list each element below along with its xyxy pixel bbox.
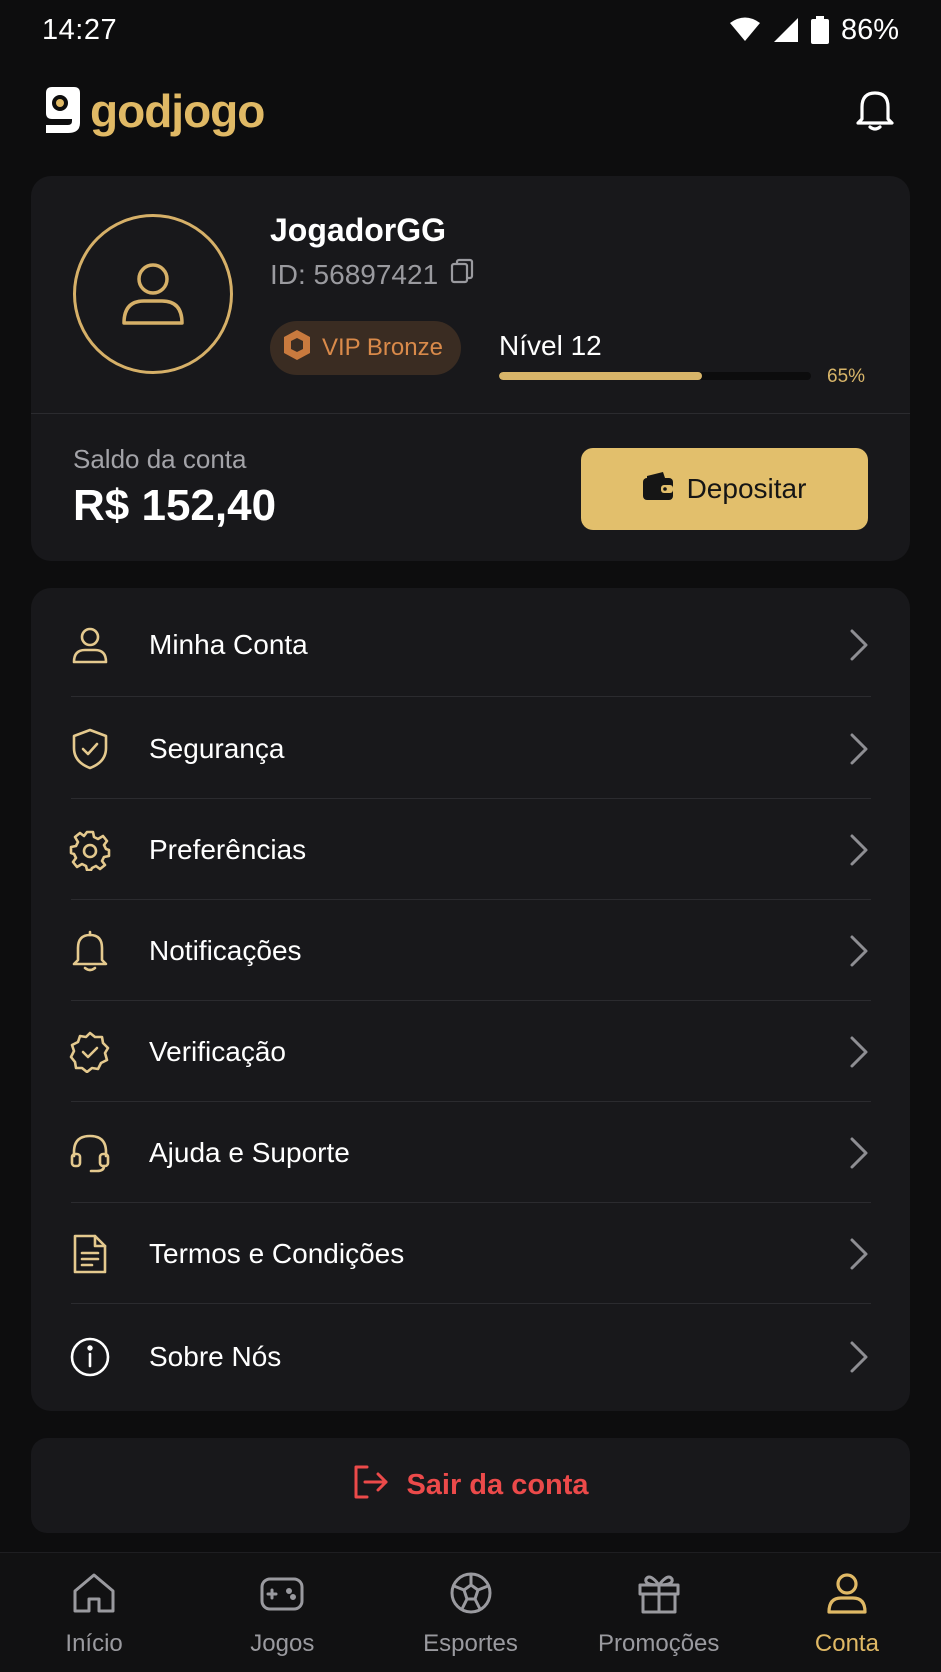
- badge-check-icon: [67, 1029, 113, 1075]
- logo-text: godjogo: [90, 85, 265, 137]
- chevron-right-icon: [844, 1234, 874, 1274]
- bottom-navigation: Início Jogos Esportes Promoções Conta: [0, 1552, 941, 1672]
- menu-item-label: Minha Conta: [149, 628, 308, 660]
- deposit-button[interactable]: Depositar: [581, 448, 868, 530]
- menu-item-ajuda-e-suporte[interactable]: Ajuda e Suporte: [31, 1102, 910, 1203]
- menu-item-termos-e-condicoes[interactable]: Termos e Condições: [31, 1203, 910, 1304]
- deposit-label: Depositar: [686, 473, 807, 504]
- balance-label: Saldo da conta: [73, 444, 247, 474]
- menu-item-minha-conta[interactable]: Minha Conta: [31, 594, 910, 695]
- nav-label: Jogos: [250, 1630, 315, 1657]
- nav-label: Promoções: [598, 1630, 720, 1657]
- status-time: 14:27: [42, 13, 118, 46]
- nav-item-conta[interactable]: Conta: [753, 1553, 941, 1672]
- balance-value: R$ 152,40: [73, 481, 277, 530]
- bell-icon: [67, 928, 113, 974]
- shield-check-icon: [67, 726, 113, 772]
- nav-item-promocoes[interactable]: Promoções: [565, 1553, 753, 1672]
- app-header: godjogo: [0, 76, 941, 146]
- vip-badge[interactable]: VIP Bronze: [270, 321, 461, 375]
- menu-item-label: Verificação: [149, 1035, 286, 1067]
- battery-percent: 86%: [840, 13, 899, 46]
- menu-item-verificacao[interactable]: Verificação: [31, 1001, 910, 1102]
- chevron-right-icon: [844, 625, 874, 665]
- menu-item-label: Segurança: [149, 732, 285, 764]
- menu-item-label: Ajuda e Suporte: [149, 1136, 350, 1168]
- level-progress-bar: [499, 372, 811, 380]
- soccer-ball-icon: [448, 1571, 494, 1622]
- menu-divider: [71, 1303, 871, 1304]
- home-icon: [71, 1571, 117, 1622]
- menu-item-label: Notificações: [149, 934, 302, 966]
- menu-item-label: Sobre Nós: [149, 1340, 282, 1372]
- logo-mark-icon: [38, 83, 84, 140]
- chevron-right-icon: [844, 729, 874, 769]
- menu-item-sobre-nos[interactable]: Sobre Nós: [31, 1306, 910, 1407]
- signal-icon: [773, 17, 799, 43]
- status-bar: 14:27 86%: [0, 0, 941, 60]
- vip-label: VIP Bronze: [322, 334, 443, 361]
- nav-item-jogos[interactable]: Jogos: [188, 1553, 376, 1672]
- profile-card: JogadorGG ID: 56897421 VIP Bronze Nível …: [31, 176, 910, 561]
- nav-label: Esportes: [423, 1630, 518, 1657]
- menu-item-label: Termos e Condições: [149, 1237, 405, 1269]
- bell-icon: [854, 87, 896, 136]
- avatar[interactable]: [73, 214, 233, 374]
- nav-label: Conta: [814, 1630, 879, 1657]
- menu-item-seguranca[interactable]: Segurança: [31, 698, 910, 799]
- logout-label: Sair da conta: [406, 1469, 589, 1501]
- level-progress-text: 65%: [827, 366, 866, 387]
- gamepad-icon: [259, 1571, 305, 1622]
- chevron-right-icon: [844, 1337, 874, 1377]
- copy-icon[interactable]: [450, 258, 474, 291]
- battery-icon: [810, 16, 829, 44]
- logo[interactable]: godjogo: [38, 83, 265, 140]
- menu-item-label: Preferências: [149, 833, 307, 865]
- user-id: ID: 56897421: [270, 258, 474, 291]
- status-indicators: 86%: [729, 14, 899, 47]
- level-progress-fill: [499, 372, 702, 380]
- nav-item-esportes[interactable]: Esportes: [376, 1553, 564, 1672]
- document-icon: [67, 1231, 113, 1277]
- card-divider: [31, 413, 910, 414]
- chevron-right-icon: [844, 1133, 874, 1173]
- user-id-text: ID: 56897421: [270, 258, 439, 290]
- info-icon: [67, 1334, 113, 1380]
- user-icon: [67, 622, 113, 668]
- logout-button[interactable]: Sair da conta: [31, 1438, 910, 1533]
- menu-item-notificacoes[interactable]: Notificações: [31, 900, 910, 1001]
- level-label: Nível 12: [499, 330, 602, 361]
- settings-menu: Minha Conta Segurança Preferências Notif…: [31, 588, 910, 1411]
- username: JogadorGG: [270, 212, 447, 248]
- chevron-right-icon: [844, 1032, 874, 1072]
- menu-divider: [71, 696, 871, 697]
- vip-shield-icon: [282, 329, 312, 368]
- chevron-right-icon: [844, 931, 874, 971]
- gift-icon: [636, 1571, 682, 1622]
- logout-icon: [352, 1463, 390, 1509]
- chevron-right-icon: [844, 830, 874, 870]
- notifications-button[interactable]: [847, 83, 903, 139]
- headset-icon: [67, 1130, 113, 1176]
- wallet-icon: [642, 471, 673, 507]
- wifi-icon: [729, 17, 761, 43]
- user-icon: [116, 255, 190, 334]
- gear-icon: [67, 827, 113, 873]
- nav-item-inicio[interactable]: Início: [0, 1553, 188, 1672]
- nav-label: Início: [65, 1630, 123, 1657]
- menu-item-preferencias[interactable]: Preferências: [31, 799, 910, 900]
- user-icon: [824, 1571, 870, 1622]
